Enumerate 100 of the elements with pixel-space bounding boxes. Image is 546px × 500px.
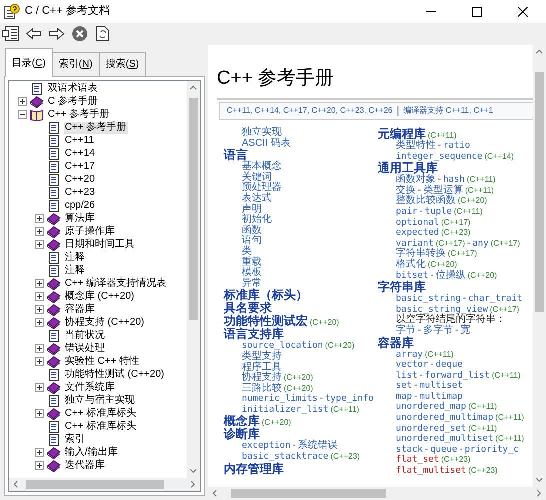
doc-link[interactable]: 函数对象 — [396, 175, 436, 186]
doc-link[interactable]: 类型特性 — [396, 141, 436, 152]
doc-link[interactable]: 独立实现 — [242, 128, 282, 139]
tree-item[interactable]: 独立与宿主实现 — [64, 394, 136, 406]
section-link[interactable]: 内存管理库 — [224, 462, 284, 476]
section-link[interactable]: 具名要求 — [224, 302, 272, 316]
code-link[interactable]: integer_sequence — [396, 152, 483, 162]
doc-link[interactable]: 三路比较 — [242, 384, 282, 394]
pane-tab[interactable]: 目录(C) — [5, 48, 53, 77]
tree-item[interactable]: C++ 标准库标头 — [64, 420, 138, 432]
code-link[interactable]: array — [396, 350, 424, 360]
doc-link[interactable]: 初始化 — [242, 215, 272, 226]
tree-item[interactable]: 注释 — [64, 264, 86, 276]
doc-link[interactable]: 异常 — [242, 278, 262, 290]
tree-item[interactable]: 原子操作库 — [64, 226, 116, 238]
version-links[interactable]: C++11, C++14, C++17, C++20, C++23, C++26 — [227, 105, 393, 117]
section-link[interactable]: 诊断库 — [224, 428, 260, 442]
code-link[interactable]: char_trait — [468, 294, 523, 305]
tree-item[interactable]: 实验性 C++ 特性 — [64, 356, 140, 368]
tree-item[interactable]: 功能特性测试 (C++20) — [64, 368, 166, 380]
code-link[interactable]: any — [472, 238, 489, 250]
code-link[interactable]: initializer_list — [242, 404, 329, 416]
code-link[interactable]: vector — [396, 360, 429, 371]
compiler-support-link[interactable]: 编译器支持 C++11, C++1 — [404, 105, 494, 117]
tree-item[interactable]: 当前状况 — [64, 330, 106, 342]
doc-link[interactable]: 预处理器 — [242, 183, 282, 194]
doc-link[interactable]: 语句 — [242, 236, 262, 247]
doc-link[interactable]: ASCII 码表 — [242, 138, 291, 150]
tree-item[interactable]: 协程支持 (C++20) — [64, 316, 146, 328]
tree-item[interactable]: 输入/输出库 — [64, 446, 119, 458]
section-link[interactable]: 字符串库 — [378, 281, 426, 294]
code-link[interactable]: hash — [443, 175, 466, 186]
tree-item[interactable]: C 参考手册 — [47, 96, 99, 108]
code-link[interactable]: unordered_multiset — [396, 434, 494, 445]
code-link[interactable]: ratio — [443, 141, 470, 152]
tree-item[interactable]: C++ 参考手册 — [64, 122, 128, 134]
code-link[interactable]: type_info — [325, 394, 374, 405]
code-link[interactable]: stack — [396, 444, 424, 456]
doc-link[interactable]: 协程支持 — [242, 373, 282, 384]
tree-item[interactable]: 双语术语表 — [47, 82, 99, 94]
tree-item[interactable]: 索引 — [64, 434, 86, 446]
tree-item[interactable]: 错误处理 — [64, 342, 106, 354]
tree-item[interactable]: C++ 标准库标头 — [64, 408, 138, 420]
code-link[interactable]: bitset — [396, 270, 429, 282]
tree-item[interactable]: 文件系统库 — [64, 382, 116, 394]
missing-code-link[interactable]: flat_set — [396, 455, 440, 466]
pane-tab[interactable]: 搜索(S) — [98, 52, 146, 76]
doc-link[interactable]: 格式化 — [396, 260, 426, 271]
code-link[interactable]: queue — [430, 444, 458, 456]
section-link[interactable]: 容器库 — [378, 336, 414, 350]
doc-link[interactable]: 类型支持 — [242, 352, 282, 362]
tree-item[interactable]: 容器库 — [64, 304, 96, 316]
doc-link[interactable]: 字节 — [396, 326, 416, 336]
section-link[interactable]: 功能特性测试宏 — [224, 315, 308, 328]
tree-item[interactable]: C++ 编译器支持情况表 — [64, 278, 168, 290]
code-link[interactable]: numeric_limits — [242, 394, 318, 405]
code-link[interactable]: basic_stacktrace — [242, 452, 329, 463]
missing-code-link[interactable]: flat_multiset — [396, 466, 466, 477]
tree-item[interactable]: 注释 — [64, 252, 86, 264]
doc-link[interactable]: 模板 — [242, 268, 262, 279]
code-link[interactable]: basic_string_view — [396, 304, 488, 316]
code-link[interactable]: source_location — [242, 341, 324, 352]
doc-link[interactable]: 整数比较函数 — [396, 196, 456, 207]
code-link[interactable]: priority_c — [464, 444, 520, 456]
doc-link[interactable]: 位操纵 — [436, 270, 466, 282]
section-link[interactable]: 通用工具库 — [378, 162, 438, 176]
tree-item[interactable]: C++14 — [64, 148, 96, 160]
tree-item[interactable]: cpp/26 — [64, 200, 96, 212]
tree-item[interactable]: C++23 — [64, 186, 96, 198]
section-link[interactable]: 概念库 — [224, 415, 260, 428]
doc-link[interactable]: 宽 — [460, 326, 471, 336]
tree-item[interactable]: 概念库 (C++20) — [64, 290, 136, 302]
code-link[interactable]: unordered_map — [396, 402, 466, 414]
section-link[interactable]: 语言支持库 — [224, 328, 284, 342]
tree-item[interactable]: C++17 — [64, 160, 96, 172]
code-link[interactable]: unordered_multimap — [396, 413, 494, 424]
code-link[interactable]: multiset — [420, 381, 463, 392]
code-link[interactable]: multimap — [420, 392, 463, 402]
doc-link[interactable]: 函数 — [242, 226, 262, 236]
code-link[interactable]: expected — [396, 228, 440, 239]
tree-item[interactable]: C++20 — [64, 174, 96, 186]
tree-item[interactable]: C++11 — [64, 134, 96, 146]
doc-link[interactable]: 系统错误 — [298, 441, 338, 452]
section-link[interactable]: 标准库（标头） — [224, 289, 308, 302]
code-link[interactable]: deque — [436, 360, 463, 371]
tree-item[interactable]: 迭代器库 — [64, 460, 106, 472]
code-link[interactable]: optional — [396, 218, 440, 228]
code-link[interactable]: basic_string — [396, 294, 462, 305]
section-link[interactable]: 元编程库 — [378, 128, 426, 141]
doc-link[interactable]: 表达式 — [242, 194, 272, 205]
section-link[interactable]: 语言 — [224, 149, 248, 162]
code-link[interactable]: map — [396, 392, 412, 402]
code-link[interactable]: tuple — [425, 206, 452, 218]
doc-link[interactable]: 字符串转换 — [396, 249, 446, 260]
doc-link[interactable]: 交换 — [396, 186, 416, 196]
code-link[interactable]: pair — [396, 206, 418, 218]
code-link[interactable]: exception — [242, 441, 291, 452]
code-link[interactable]: set — [396, 381, 412, 392]
tree-item[interactable]: 日期和时间工具 — [64, 238, 136, 250]
doc-link[interactable]: 类 — [242, 246, 252, 258]
